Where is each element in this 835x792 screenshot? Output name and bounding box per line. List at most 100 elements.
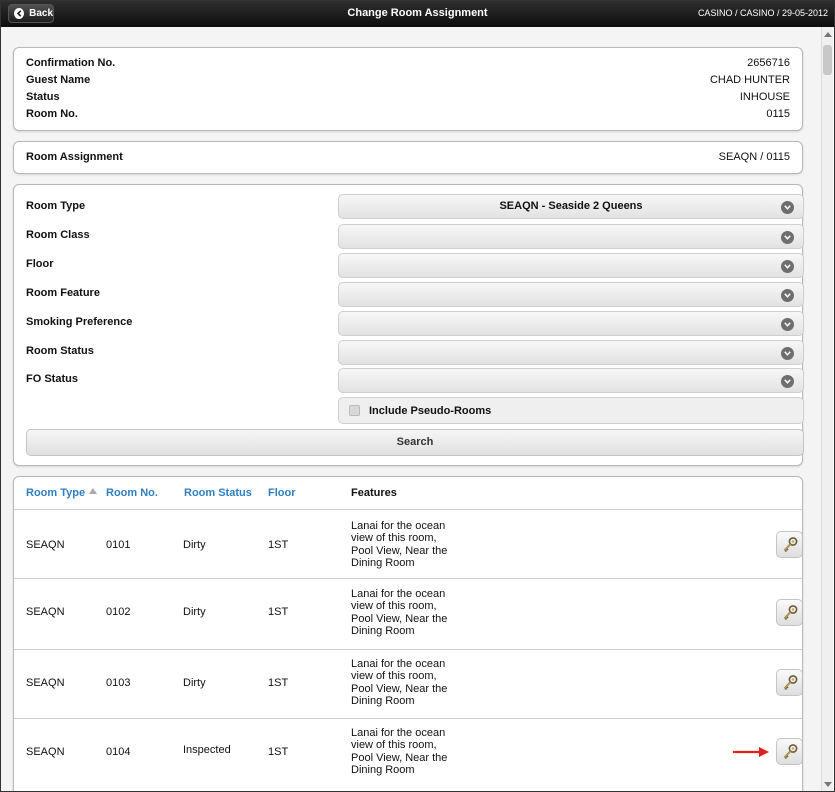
cell-room-status: Dirty — [183, 677, 206, 689]
fo-status-label: FO Status — [26, 373, 78, 385]
scroll-content: Confirmation No. 2656716 Guest Name CHAD… — [1, 27, 822, 791]
cell-features: Lanai for the ocean view of this room, P… — [351, 588, 451, 638]
room-feature-label: Room Feature — [26, 287, 100, 299]
room-assignment-label: Room Assignment — [26, 151, 123, 163]
scroll-up-icon[interactable] — [824, 32, 832, 37]
info-row-guest-name: Guest Name CHAD HUNTER — [26, 74, 790, 88]
cell-room-type: SEAQN — [26, 677, 65, 689]
search-button[interactable]: Search — [26, 429, 804, 456]
cell-room-no: 0101 — [106, 539, 131, 551]
cell-room-no: 0104 — [106, 746, 131, 758]
info-label: Confirmation No. — [26, 57, 116, 69]
info-label: Status — [26, 91, 60, 103]
cell-room-no: 0102 — [106, 606, 131, 618]
column-header-room-status[interactable]: Room Status — [184, 487, 252, 499]
room-type-label: Room Type — [26, 200, 86, 212]
table-row[interactable]: SEAQN 0101 Dirty 1ST Lanai for the ocean… — [14, 509, 802, 578]
chevron-down-icon — [781, 231, 794, 244]
cell-floor: 1ST — [268, 539, 289, 551]
column-header-features: Features — [351, 487, 397, 499]
feature-line: Lanai for the ocean — [351, 588, 446, 600]
room-type-value: SEAQN - Seaside 2 Queens — [499, 200, 643, 212]
reservation-info-card: Confirmation No. 2656716 Guest Name CHAD… — [13, 47, 803, 131]
table-row[interactable]: SEAQN 0103 Dirty 1ST Lanai for the ocean… — [14, 649, 802, 718]
app-window: Back Change Room Assignment CASINO / CAS… — [0, 0, 835, 792]
feature-line: view of this room, — [351, 600, 437, 613]
chevron-down-icon — [781, 318, 794, 331]
feature-line: Dining Room — [351, 764, 415, 777]
room-class-select[interactable] — [338, 224, 804, 249]
feature-line: Pool View, Near the — [351, 682, 448, 695]
feature-line: Lanai for the ocean — [351, 658, 446, 670]
cell-room-status: Inspected — [183, 744, 231, 756]
floor-select[interactable] — [338, 253, 804, 278]
assign-room-button[interactable] — [776, 531, 802, 558]
feature-line: view of this room, — [351, 532, 437, 545]
room-status-label: Room Status — [26, 345, 94, 357]
room-status-select[interactable] — [338, 340, 804, 365]
key-icon — [783, 743, 797, 759]
chevron-down-icon — [781, 201, 794, 214]
column-header-room-no[interactable]: Room No. — [106, 487, 158, 499]
scrollbar-thumb[interactable] — [823, 45, 832, 75]
feature-line: Pool View, Near the — [351, 751, 448, 764]
scroll-down-icon[interactable] — [824, 782, 832, 787]
cell-floor: 1ST — [268, 606, 289, 618]
floor-label: Floor — [26, 258, 54, 270]
cell-room-status: Dirty — [183, 539, 206, 551]
cell-floor: 1ST — [268, 677, 289, 689]
key-icon — [783, 604, 797, 620]
red-arrow-annotation — [733, 747, 769, 757]
cell-features: Lanai for the ocean view of this room, P… — [351, 727, 451, 777]
smoking-preference-select[interactable] — [338, 311, 804, 336]
info-value: 0115 — [766, 108, 790, 120]
feature-line: Lanai for the ocean — [351, 520, 446, 532]
chevron-down-icon — [781, 375, 794, 388]
info-value: 2656716 — [747, 57, 790, 69]
feature-line: view of this room, — [351, 670, 437, 683]
feature-line: Dining Room — [351, 557, 415, 570]
feature-line: Dining Room — [351, 625, 415, 638]
cell-features: Lanai for the ocean view of this room, P… — [351, 520, 451, 570]
room-assignment-card: Room Assignment SEAQN / 0115 — [13, 141, 803, 174]
room-assignment-value: SEAQN / 0115 — [718, 151, 790, 163]
cell-room-type: SEAQN — [26, 539, 65, 551]
chevron-down-icon — [781, 289, 794, 302]
fo-status-select[interactable] — [338, 368, 804, 393]
sort-ascending-icon — [89, 488, 97, 494]
cell-room-type: SEAQN — [26, 746, 65, 758]
room-feature-select[interactable] — [338, 282, 804, 307]
column-header-floor[interactable]: Floor — [268, 487, 296, 499]
vertical-scrollbar[interactable] — [821, 27, 833, 791]
key-icon — [783, 536, 797, 552]
chevron-down-icon — [781, 260, 794, 273]
info-value: CHAD HUNTER — [709, 74, 790, 86]
assign-room-button[interactable] — [776, 738, 802, 765]
smoking-preference-label: Smoking Preference — [26, 316, 133, 328]
cell-floor: 1ST — [268, 746, 289, 758]
cell-features: Lanai for the ocean view of this room, P… — [351, 658, 451, 708]
include-pseudo-rooms-label: Include Pseudo-Rooms — [369, 405, 492, 417]
column-header-room-type[interactable]: Room Type — [26, 487, 85, 499]
table-row[interactable]: SEAQN 0104 Inspected 1ST Lanai for the o… — [14, 718, 802, 788]
room-assignment-row: Room Assignment SEAQN / 0115 — [26, 151, 790, 165]
assign-room-button[interactable] — [776, 669, 802, 696]
assign-room-button[interactable] — [776, 599, 802, 626]
info-row-room-no: Room No. 0115 — [26, 108, 790, 122]
chevron-down-icon — [781, 347, 794, 360]
include-pseudo-rooms-option[interactable]: Include Pseudo-Rooms — [338, 397, 804, 424]
table-row[interactable]: SEAQN 0102 Dirty 1ST Lanai for the ocean… — [14, 578, 802, 649]
room-type-select[interactable]: SEAQN - Seaside 2 Queens — [338, 194, 804, 219]
feature-line: Lanai for the ocean — [351, 727, 446, 739]
key-icon — [783, 674, 797, 690]
room-class-label: Room Class — [26, 229, 90, 241]
cell-room-no: 0103 — [106, 677, 131, 689]
cell-room-type: SEAQN — [26, 606, 65, 618]
info-label: Guest Name — [26, 74, 91, 86]
cell-room-status: Dirty — [183, 606, 206, 618]
info-value: INHOUSE — [739, 91, 790, 103]
include-pseudo-rooms-checkbox[interactable] — [349, 405, 360, 416]
room-search-form: Room Type SEAQN - Seaside 2 Queens Room … — [13, 184, 804, 466]
top-bar: Back Change Room Assignment CASINO / CAS… — [1, 1, 834, 27]
info-label: Room No. — [26, 108, 78, 120]
